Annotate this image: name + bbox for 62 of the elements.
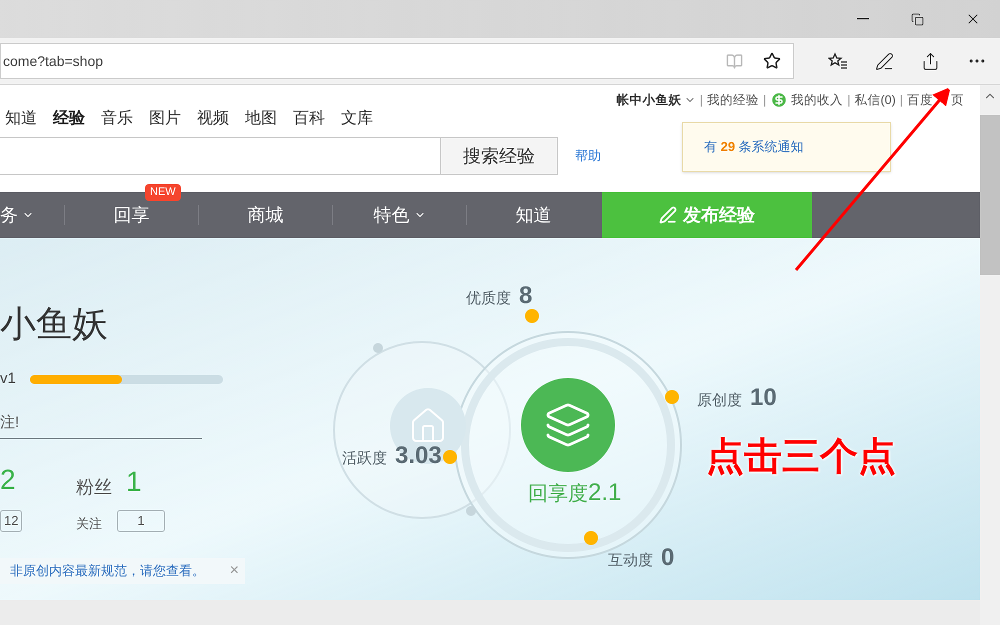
stat-label: 粉丝 xyxy=(76,476,112,499)
address-field[interactable]: come?tab=shop xyxy=(0,43,794,79)
user-link[interactable]: 我的收入 xyxy=(791,91,844,110)
help-link[interactable]: 帮助 xyxy=(575,146,601,166)
user-link-tail[interactable]: 页 xyxy=(951,91,964,110)
layers-icon xyxy=(544,401,592,449)
stat-count-box: 1 xyxy=(117,510,165,532)
favorites-list-icon[interactable] xyxy=(828,52,848,70)
product-link[interactable]: 图片 xyxy=(149,107,181,131)
share-icon[interactable] xyxy=(920,52,940,70)
metric-label: 互动度 xyxy=(608,551,653,571)
nav-item[interactable]: 特色 xyxy=(374,202,426,228)
stat-label: 关注 xyxy=(76,515,102,533)
search-field[interactable] xyxy=(0,137,441,175)
product-link[interactable]: 经验 xyxy=(53,107,85,131)
stat-value: 2 xyxy=(0,466,16,494)
product-link[interactable]: 知道 xyxy=(5,107,37,131)
url-text: come?tab=shop xyxy=(3,52,104,71)
nav-item[interactable]: 回享 xyxy=(114,202,150,228)
scrollbar[interactable] xyxy=(980,85,1000,625)
metric-value: 10 xyxy=(750,383,777,413)
metric-label: 原创度 xyxy=(697,391,742,411)
user-link[interactable]: 百度 xyxy=(907,91,933,110)
dollar-icon xyxy=(770,91,788,110)
stat-count-box: 12 xyxy=(0,510,22,532)
username-link[interactable]: 帐中小鱼妖 xyxy=(616,91,682,110)
search-button[interactable]: 搜索经验 xyxy=(441,137,558,175)
product-link[interactable]: 音乐 xyxy=(101,107,133,131)
pen-icon xyxy=(659,206,677,224)
product-link[interactable]: 百科 xyxy=(293,107,325,131)
user-link[interactable]: 我的经验 xyxy=(706,91,759,110)
annotation-text: 点击三个点 xyxy=(706,438,896,476)
notification-text[interactable]: 有 29 条系统通知 xyxy=(704,137,804,157)
nav-item[interactable]: 知道 xyxy=(516,202,552,228)
level-label: v1 xyxy=(0,369,16,389)
metric-value: 0 xyxy=(661,543,674,573)
product-link[interactable]: 视频 xyxy=(197,107,229,131)
new-badge: NEW xyxy=(145,184,181,201)
pen-icon[interactable] xyxy=(874,52,894,70)
favorite-star-icon[interactable] xyxy=(763,52,781,70)
restore-icon xyxy=(911,12,924,26)
minimize-icon xyxy=(856,18,868,20)
nav-item[interactable]: 务 xyxy=(0,202,34,228)
nav-item[interactable]: 商城 xyxy=(248,202,284,228)
divider-text: | xyxy=(847,92,850,109)
stat-value: 1 xyxy=(126,468,142,496)
divider-text: | xyxy=(762,92,766,109)
metric-value: 8 xyxy=(519,281,532,311)
metric-label: 活跃度 xyxy=(342,449,387,469)
divider-text: | xyxy=(700,92,703,109)
metric-value: 3.03 xyxy=(395,441,442,471)
user-link[interactable]: 私信(0) xyxy=(854,91,896,110)
product-link[interactable]: 文库 xyxy=(341,107,373,131)
metric-label: 优质度 xyxy=(466,289,511,309)
motto-text: 注! xyxy=(0,413,20,433)
profile-name: 小鱼妖 xyxy=(0,306,108,342)
product-link[interactable]: 地图 xyxy=(245,107,277,131)
center-score: 回享度2.1 xyxy=(528,478,622,508)
notice-link[interactable]: 非原创内容最新规范，请您查看。 xyxy=(10,561,205,581)
divider-text: | xyxy=(900,92,903,109)
reading-view-icon[interactable] xyxy=(726,52,743,70)
scroll-thumb[interactable] xyxy=(980,115,1000,275)
